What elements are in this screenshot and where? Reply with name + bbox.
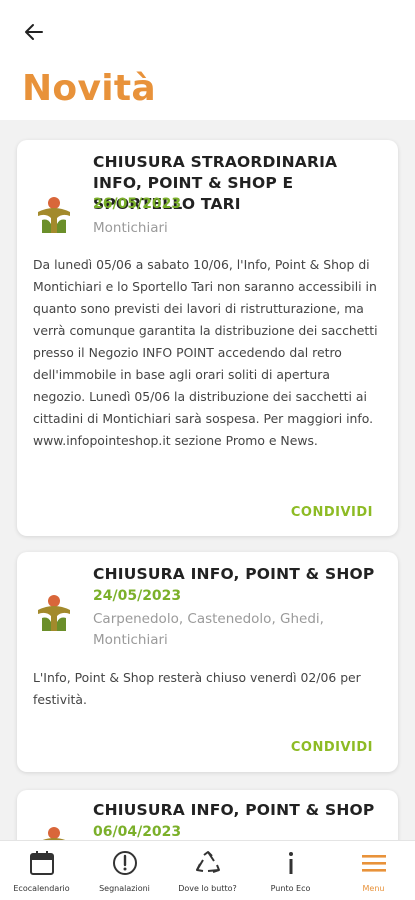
news-title: CHIUSURA INFO, POINT & SHOP (93, 565, 375, 583)
app-header: Novità (0, 0, 415, 120)
nav-item-dove-lo-butto[interactable]: Dove lo butto? (166, 841, 249, 900)
bottom-navigation: Ecocalendario Segnalazioni Dove lo butto… (0, 840, 415, 900)
news-location: Carpenedolo, Castenedolo, Ghedi, Montich… (93, 611, 324, 648)
nav-label: Segnalazioni (99, 884, 150, 893)
nav-label: Ecocalendario (13, 884, 70, 893)
alert-icon (111, 849, 139, 877)
nav-label: Menu (362, 884, 385, 893)
share-button[interactable]: CONDIVIDI (291, 505, 373, 520)
info-icon (277, 849, 305, 877)
news-date: 06/04/2023 (93, 824, 182, 840)
recycle-icon (194, 849, 222, 877)
back-button[interactable] (18, 16, 50, 48)
calendar-icon (28, 849, 56, 877)
news-date: 24/05/2023 (93, 588, 182, 604)
news-body: Da lunedì 05/06 a sabato 10/06, l'Info, … (33, 257, 378, 448)
share-button[interactable]: CONDIVIDI (291, 740, 373, 755)
eco-logo-icon (38, 595, 70, 631)
nav-item-punto-eco[interactable]: Punto Eco (249, 841, 332, 900)
news-card[interactable]: CHIUSURA INFO, POINT & SHOP 24/05/2023 C… (17, 552, 398, 772)
page-title: Novità (22, 68, 156, 109)
nav-label: Punto Eco (270, 884, 311, 893)
news-date: 26/05/2023 (93, 196, 182, 212)
nav-label: Dove lo butto? (178, 884, 237, 893)
news-location: Montichiari (93, 220, 168, 236)
eco-logo-icon (38, 197, 70, 233)
news-feed[interactable]: CHIUSURA STRAORDINARIA INFO, POINT & SHO… (0, 122, 415, 840)
menu-icon (360, 849, 388, 877)
arrow-left-icon (25, 24, 43, 40)
news-title: CHIUSURA INFO, POINT & SHOP (93, 801, 375, 819)
news-body: L'Info, Point & Shop resterà chiuso vene… (33, 670, 361, 707)
news-card[interactable]: CHIUSURA INFO, POINT & SHOP 06/04/2023 (17, 790, 398, 840)
nav-item-ecocalendario[interactable]: Ecocalendario (0, 841, 83, 900)
nav-item-menu[interactable]: Menu (332, 841, 415, 900)
news-card[interactable]: CHIUSURA STRAORDINARIA INFO, POINT & SHO… (17, 140, 398, 536)
eco-logo-icon (42, 827, 66, 840)
nav-item-segnalazioni[interactable]: Segnalazioni (83, 841, 166, 900)
